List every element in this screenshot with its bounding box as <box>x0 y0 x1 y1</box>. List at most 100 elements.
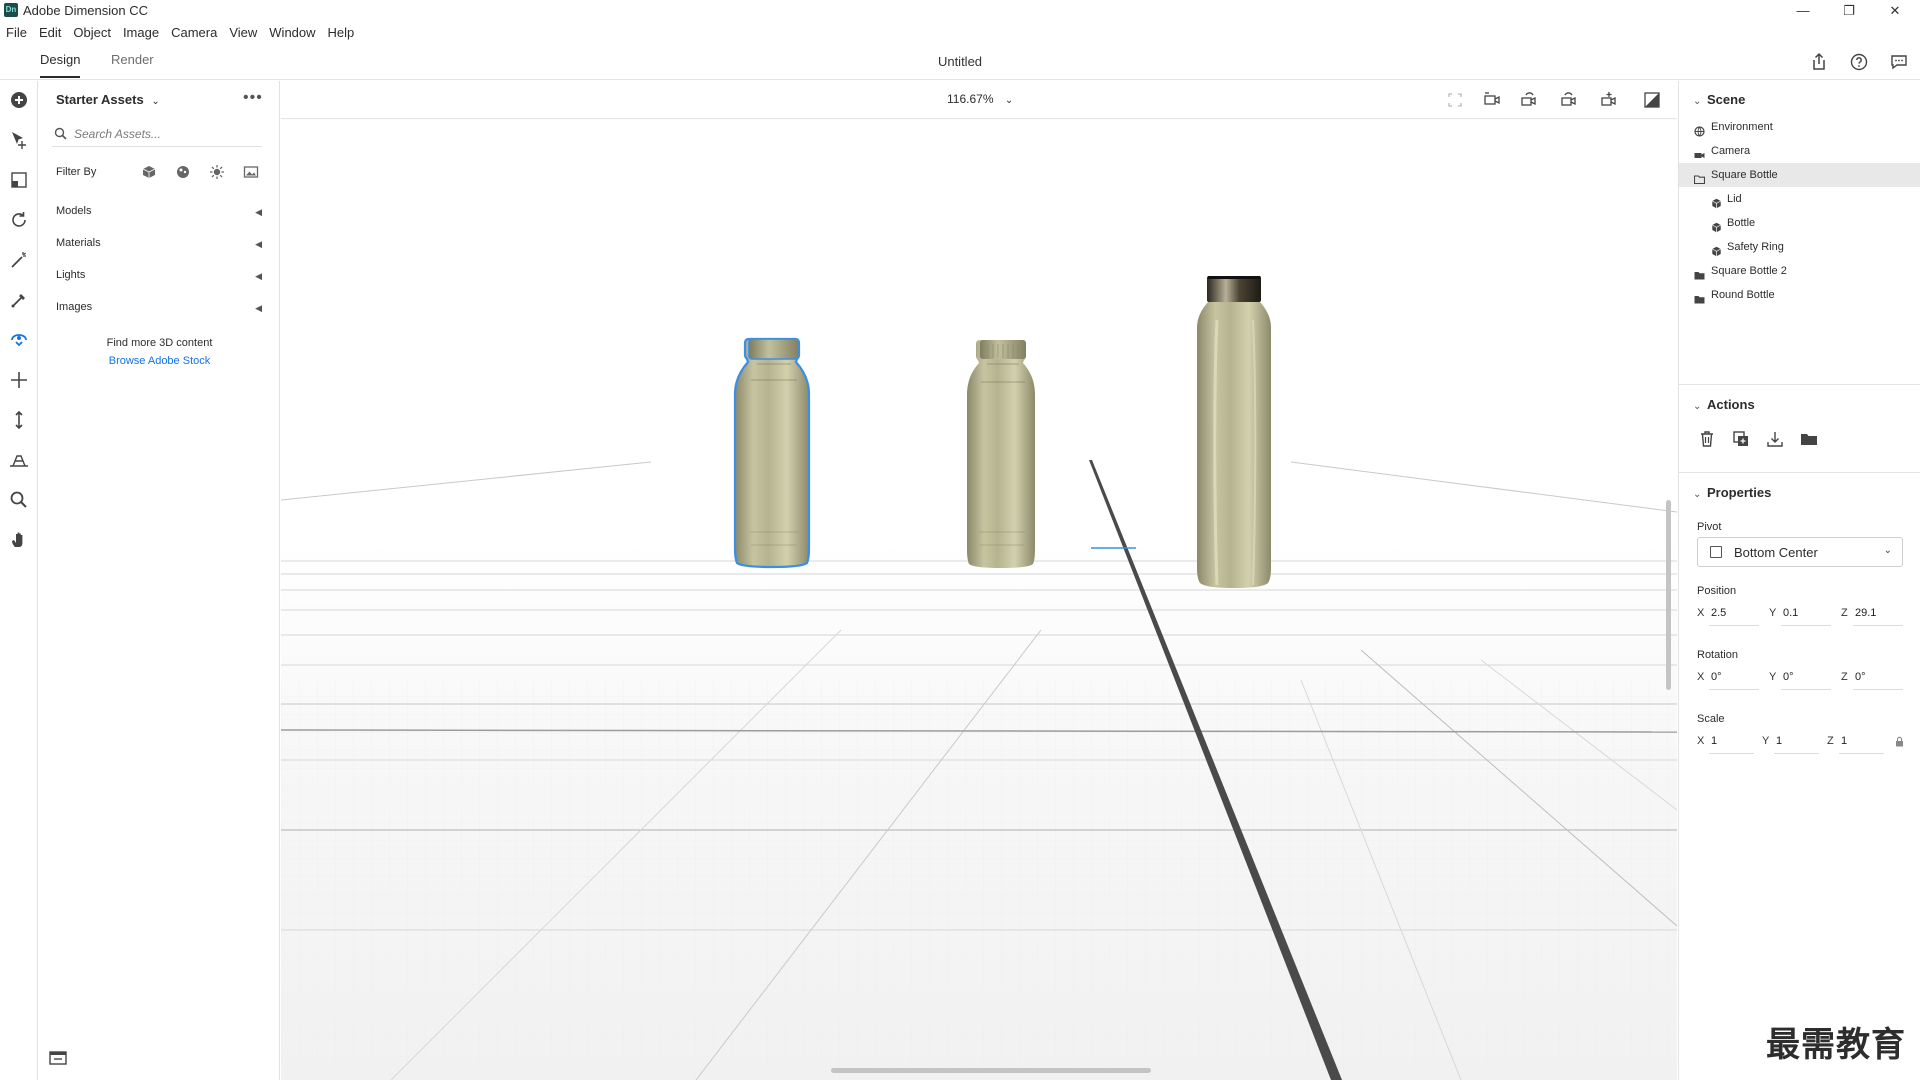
filter-lights-icon[interactable] <box>208 163 226 181</box>
round-bottle[interactable] <box>1197 276 1271 588</box>
scale-x-field[interactable]: X1 <box>1697 731 1757 754</box>
square-bottle-selected[interactable] <box>733 337 811 569</box>
filter-models-icon[interactable] <box>140 163 158 181</box>
axis-z-label: Z <box>1841 607 1848 619</box>
restore-button[interactable]: ❐ <box>1828 0 1870 22</box>
menu-file[interactable]: File <box>0 22 33 44</box>
rotate-icon[interactable] <box>6 207 32 233</box>
app-title: Adobe Dimension CC <box>23 3 149 18</box>
frame-selection-icon[interactable] <box>1444 89 1466 111</box>
filter-materials-icon[interactable] <box>174 163 192 181</box>
scene-item-square-bottle[interactable]: Square Bottle <box>1679 163 1920 187</box>
menu-help[interactable]: Help <box>322 22 361 44</box>
orbit-camera-icon[interactable] <box>6 327 32 353</box>
scene-item-camera[interactable]: Camera <box>1679 139 1920 163</box>
rotation-z-field[interactable]: Z 0° <box>1841 667 1906 690</box>
panel-toggle-icon[interactable] <box>47 1047 69 1069</box>
caret-left-icon: ◀ <box>255 303 262 313</box>
scene-panel-header[interactable]: ⌄ Scene <box>1693 92 1745 107</box>
scale-z-field[interactable]: Z1 <box>1827 731 1887 754</box>
ground-grid-fine <box>281 680 1677 1080</box>
share-icon[interactable] <box>1808 51 1830 73</box>
vertical-scrollbar[interactable] <box>1666 500 1671 690</box>
axis-y-label: Y <box>1769 607 1777 619</box>
axis-x-label: X <box>1697 671 1705 683</box>
tab-render[interactable]: Render <box>111 52 154 76</box>
section-lights[interactable]: Lights ◀ <box>56 269 262 289</box>
search-input[interactable] <box>74 123 254 145</box>
position-x-field[interactable]: X 2.5 <box>1697 603 1762 626</box>
scene-item-round-bottle[interactable]: Round Bottle <box>1679 283 1920 307</box>
delete-icon[interactable] <box>1697 429 1717 449</box>
scale-y-field[interactable]: Y1 <box>1762 731 1822 754</box>
add-icon[interactable] <box>6 87 32 113</box>
camera-redo-icon[interactable] <box>1558 89 1580 111</box>
more-options-icon[interactable]: ••• <box>243 89 263 107</box>
section-models[interactable]: Models ◀ <box>56 205 262 225</box>
properties-panel-header[interactable]: ⌄ Properties <box>1693 485 1771 500</box>
section-images[interactable]: Images ◀ <box>56 301 262 321</box>
menu-edit[interactable]: Edit <box>33 22 67 44</box>
rotation-x-field[interactable]: X 0° <box>1697 667 1762 690</box>
filter-images-icon[interactable] <box>242 163 260 181</box>
camera-add-icon[interactable] <box>1598 89 1620 111</box>
camera-bookmark-icon[interactable] <box>1481 89 1503 111</box>
folder-icon <box>1694 266 1705 280</box>
rotation-y-field[interactable]: Y 0° <box>1769 667 1834 690</box>
zoom-icon[interactable] <box>6 487 32 513</box>
assets-dropdown[interactable]: Starter Assets ⌄ <box>56 92 160 107</box>
field-underline <box>1853 689 1903 690</box>
pan-camera-icon[interactable] <box>6 367 32 393</box>
scene-item-environment[interactable]: Environment <box>1679 115 1920 139</box>
zoom-control[interactable]: 116.67% ⌄ <box>947 92 1013 106</box>
axis-x-label: X <box>1697 607 1705 619</box>
scene-item-safety-ring[interactable]: Safety Ring <box>1679 235 1920 259</box>
render-preview-icon[interactable] <box>1641 89 1663 111</box>
select-move-icon[interactable] <box>6 127 32 153</box>
browse-stock-link[interactable]: Browse Adobe Stock <box>39 355 280 367</box>
horizontal-scrollbar[interactable] <box>831 1068 1151 1073</box>
menu-image[interactable]: Image <box>117 22 165 44</box>
divider <box>1679 472 1920 473</box>
pivot-select[interactable]: Bottom Center ⌄ <box>1697 537 1903 567</box>
scene-item-bottle[interactable]: Bottle <box>1679 211 1920 235</box>
chevron-down-icon: ⌄ <box>1004 95 1014 106</box>
horizon-icon[interactable] <box>6 447 32 473</box>
group-icon[interactable] <box>1799 429 1819 449</box>
chevron-down-icon: ⌄ <box>151 96 160 107</box>
position-x-value: 2.5 <box>1711 607 1727 619</box>
field-underline <box>1781 689 1831 690</box>
magic-wand-icon[interactable] <box>6 247 32 273</box>
close-button[interactable]: ✕ <box>1874 0 1916 22</box>
dolly-camera-icon[interactable] <box>6 407 32 433</box>
model-icon <box>1711 242 1722 257</box>
scene-item-square-bottle-2[interactable]: Square Bottle 2 <box>1679 259 1920 283</box>
menu-window[interactable]: Window <box>263 22 321 44</box>
duplicate-icon[interactable] <box>1731 429 1751 449</box>
sample-icon[interactable] <box>6 287 32 313</box>
tab-design[interactable]: Design <box>40 52 81 78</box>
menu-object[interactable]: Object <box>67 22 117 44</box>
3d-scene <box>281 120 1677 1080</box>
menu-camera[interactable]: Camera <box>165 22 223 44</box>
menu-view[interactable]: View <box>223 22 263 44</box>
scene-item-lid[interactable]: Lid <box>1679 187 1920 211</box>
select-area-icon[interactable] <box>6 167 32 193</box>
actions-panel-header[interactable]: ⌄ Actions <box>1693 397 1755 412</box>
watermark: 最需教育 <box>1766 1025 1906 1065</box>
position-y-field[interactable]: Y 0.1 <box>1769 603 1834 626</box>
feedback-icon[interactable] <box>1888 51 1910 73</box>
lock-icon[interactable] <box>1895 736 1904 749</box>
section-materials[interactable]: Materials ◀ <box>56 237 262 257</box>
minimize-button[interactable]: — <box>1782 0 1824 22</box>
canvas-viewport[interactable]: 116.67% ⌄ <box>281 81 1677 1080</box>
scene-item-label: Camera <box>1711 145 1751 157</box>
folder-icon <box>1694 290 1705 304</box>
help-icon[interactable] <box>1848 51 1870 73</box>
section-label: Images <box>56 301 93 313</box>
hand-icon[interactable] <box>6 527 32 553</box>
camera-undo-icon[interactable] <box>1518 89 1540 111</box>
square-bottle-2[interactable] <box>967 340 1035 568</box>
position-z-field[interactable]: Z 29.1 <box>1841 603 1906 626</box>
import-icon[interactable] <box>1765 429 1785 449</box>
